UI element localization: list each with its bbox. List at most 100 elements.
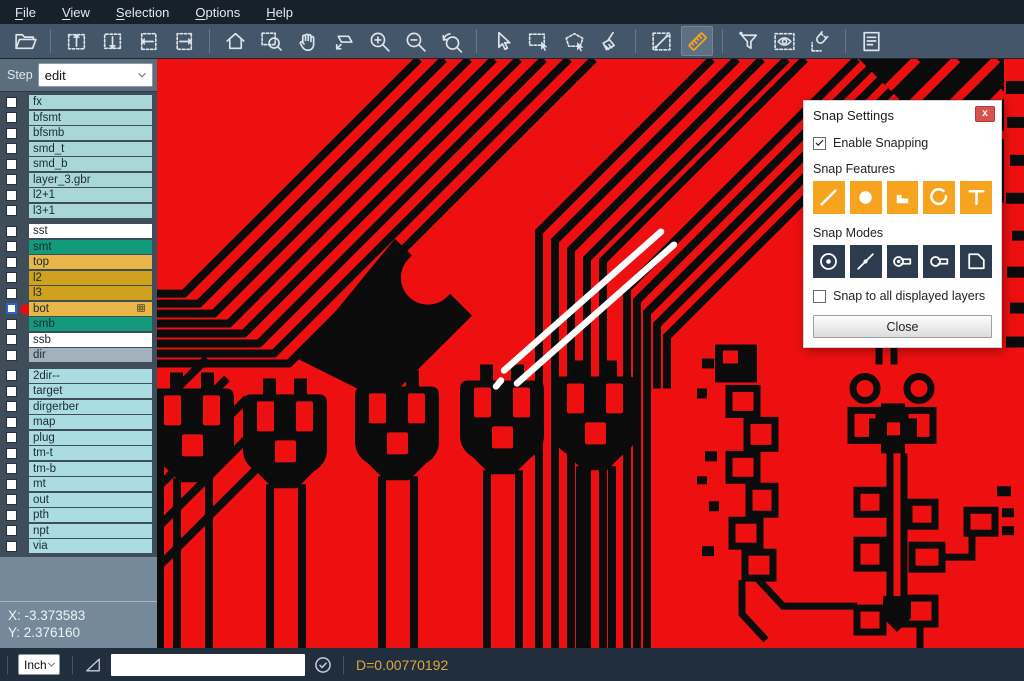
clean-brush-button[interactable] (594, 26, 626, 56)
snap-center-button[interactable] (813, 245, 845, 278)
layer-checkbox[interactable] (6, 226, 17, 237)
filter-button[interactable] (732, 26, 764, 56)
menu-item-options[interactable]: Options (182, 2, 253, 23)
close-button[interactable]: Close (813, 315, 992, 338)
layer-checkbox[interactable] (6, 288, 17, 299)
layer-row-out[interactable]: out (0, 493, 155, 508)
layer-row-fx[interactable]: fx (0, 95, 155, 110)
layer-checkbox[interactable] (6, 432, 17, 443)
open-folder-button[interactable] (9, 26, 41, 56)
snap-all-layers-row[interactable]: Snap to all displayed layers (813, 289, 992, 303)
layer-row-map[interactable]: map (0, 415, 155, 430)
snap-line-point-button[interactable] (850, 245, 882, 278)
layer-checkbox[interactable] (6, 417, 17, 428)
layer-checkbox[interactable] (6, 494, 17, 505)
apply-check-icon[interactable] (313, 655, 333, 675)
layer-checkbox[interactable] (6, 303, 17, 314)
layer-row-l3+1[interactable]: l3+1 (0, 204, 155, 219)
layer-checkbox[interactable] (6, 463, 17, 474)
layer-row-layer_3.gbr[interactable]: layer_3.gbr (0, 173, 155, 188)
dialog-title-bar[interactable]: Snap Settings x (804, 101, 1001, 125)
layer-row-tm-t[interactable]: tm-t (0, 446, 155, 461)
snap-line-button[interactable] (813, 181, 845, 214)
layer-checkbox[interactable] (6, 190, 17, 201)
menu-item-file[interactable]: File (2, 2, 49, 23)
step-select[interactable]: edit (38, 63, 153, 87)
snap-slot-button[interactable] (923, 245, 955, 278)
pan-left-button[interactable] (132, 26, 164, 56)
dialog-close-icon[interactable]: x (975, 106, 995, 122)
snap-surface-button[interactable] (887, 181, 919, 214)
layer-checkbox[interactable] (6, 128, 17, 139)
measure-distance-button[interactable] (645, 26, 677, 56)
measure-ruler-button[interactable] (681, 26, 713, 56)
snap-text-button[interactable] (960, 181, 992, 214)
menu-item-help[interactable]: Help (253, 2, 306, 23)
layer-row-l2[interactable]: l2 (0, 271, 155, 286)
layer-row-top[interactable]: top (0, 255, 155, 270)
layer-checkbox[interactable] (6, 386, 17, 397)
layer-row-mt[interactable]: mt (0, 477, 155, 492)
select-rectangle-button[interactable] (522, 26, 554, 56)
layer-row-npt[interactable]: npt (0, 524, 155, 539)
pan-hand-button[interactable] (291, 26, 323, 56)
snap-magnet-button[interactable] (804, 26, 836, 56)
enable-snapping-checkbox[interactable] (813, 137, 826, 150)
layer-row-bfsmb[interactable]: bfsmb (0, 126, 155, 141)
snap-all-layers-checkbox[interactable] (813, 290, 826, 303)
layer-row-plug[interactable]: plug (0, 431, 155, 446)
layer-checkbox[interactable] (6, 143, 17, 154)
layer-row-target[interactable]: target (0, 384, 155, 399)
snap-arc-button[interactable] (923, 181, 955, 214)
unit-select[interactable]: Inch (18, 654, 60, 675)
layer-checkbox[interactable] (6, 448, 17, 459)
layer-checkbox[interactable] (6, 174, 17, 185)
layer-checkbox[interactable] (6, 401, 17, 412)
layer-checkbox[interactable] (6, 112, 17, 123)
layer-row-dir[interactable]: dir (0, 348, 155, 363)
layer-checkbox[interactable] (6, 479, 17, 490)
layer-row-dirgerber[interactable]: dirgerber (0, 400, 155, 415)
layer-checkbox[interactable] (6, 510, 17, 521)
layer-checkbox[interactable] (6, 370, 17, 381)
zoom-previous-button[interactable] (435, 26, 467, 56)
layer-row-pth[interactable]: pth (0, 508, 155, 523)
layer-row-2dir--[interactable]: 2dir-- (0, 369, 155, 384)
snap-pad-button[interactable] (850, 181, 882, 214)
layer-checkbox[interactable] (6, 257, 17, 268)
enable-snapping-row[interactable]: Enable Snapping (813, 136, 992, 150)
layer-checkbox[interactable] (6, 525, 17, 536)
home-button[interactable] (219, 26, 251, 56)
pan-right-button[interactable] (168, 26, 200, 56)
layer-row-sst[interactable]: sst (0, 224, 155, 239)
menu-item-selection[interactable]: Selection (103, 2, 182, 23)
select-polygon-button[interactable] (558, 26, 590, 56)
show-hide-button[interactable] (768, 26, 800, 56)
layer-checkbox[interactable] (6, 205, 17, 216)
pan-up-button[interactable] (60, 26, 92, 56)
layer-checkbox[interactable] (6, 334, 17, 345)
zoom-in-button[interactable] (363, 26, 395, 56)
layer-row-smd_t[interactable]: smd_t (0, 142, 155, 157)
layer-row-l2+1[interactable]: l2+1 (0, 188, 155, 203)
select-cursor-button[interactable] (486, 26, 518, 56)
layer-row-l3[interactable]: l3 (0, 286, 155, 301)
zoom-out-button[interactable] (399, 26, 431, 56)
layer-checkbox[interactable] (6, 541, 17, 552)
snap-contour-button[interactable] (960, 245, 992, 278)
snap-slot-hole-button[interactable] (887, 245, 919, 278)
layer-row-smt[interactable]: smt (0, 240, 155, 255)
layer-row-smb[interactable]: smb (0, 317, 155, 332)
layer-row-smd_b[interactable]: smd_b (0, 157, 155, 172)
layer-checkbox[interactable] (6, 241, 17, 252)
layer-row-via[interactable]: via (0, 539, 155, 554)
layer-row-bfsmt[interactable]: bfsmt (0, 111, 155, 126)
layer-checkbox[interactable] (6, 319, 17, 330)
command-input[interactable] (111, 654, 305, 676)
layer-checkbox[interactable] (6, 97, 17, 108)
layer-checkbox[interactable] (6, 272, 17, 283)
layer-row-tm-b[interactable]: tm-b (0, 462, 155, 477)
report-button[interactable] (855, 26, 887, 56)
pan-down-button[interactable] (96, 26, 128, 56)
layer-row-bot[interactable]: bot (0, 302, 155, 317)
